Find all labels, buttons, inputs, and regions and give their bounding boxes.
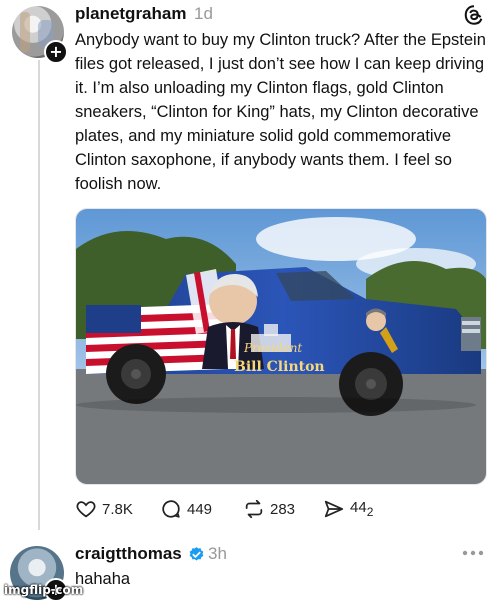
post-username[interactable]: planetgraham xyxy=(75,4,186,24)
reply-username[interactable]: craigtthomas xyxy=(75,544,182,564)
post-image-truck[interactable]: President Bill Clinton xyxy=(75,208,487,485)
verified-badge-icon xyxy=(189,547,204,561)
follow-plus-icon[interactable]: + xyxy=(44,40,68,64)
reply-time: 3h xyxy=(208,544,227,563)
truck-caption-name: Bill Clinton xyxy=(234,359,325,375)
post-text: Anybody want to buy my Clinton truck? Af… xyxy=(75,31,486,193)
comment-count: 449 xyxy=(187,500,213,518)
thread-connector-line xyxy=(38,60,40,530)
repost-button[interactable]: 283 xyxy=(243,498,295,520)
share-button[interactable]: 442 xyxy=(323,498,373,520)
comment-button[interactable]: 449 xyxy=(160,498,212,520)
truck-caption-president: President xyxy=(243,341,302,355)
reply-text: hahaha xyxy=(75,570,131,588)
like-button[interactable]: 7.8K xyxy=(75,498,133,520)
threads-icon[interactable] xyxy=(463,4,485,26)
repost-count: 283 xyxy=(270,500,296,518)
watermark: imgflip.com xyxy=(4,583,84,597)
share-count: 442 xyxy=(350,499,374,519)
repost-icon xyxy=(245,499,263,519)
send-icon xyxy=(324,500,344,518)
like-count: 7.8K xyxy=(102,500,133,518)
comment-icon xyxy=(162,500,180,518)
post-time: 1d xyxy=(194,4,213,23)
heart-icon xyxy=(76,501,96,518)
more-dots-icon[interactable] xyxy=(462,548,484,558)
